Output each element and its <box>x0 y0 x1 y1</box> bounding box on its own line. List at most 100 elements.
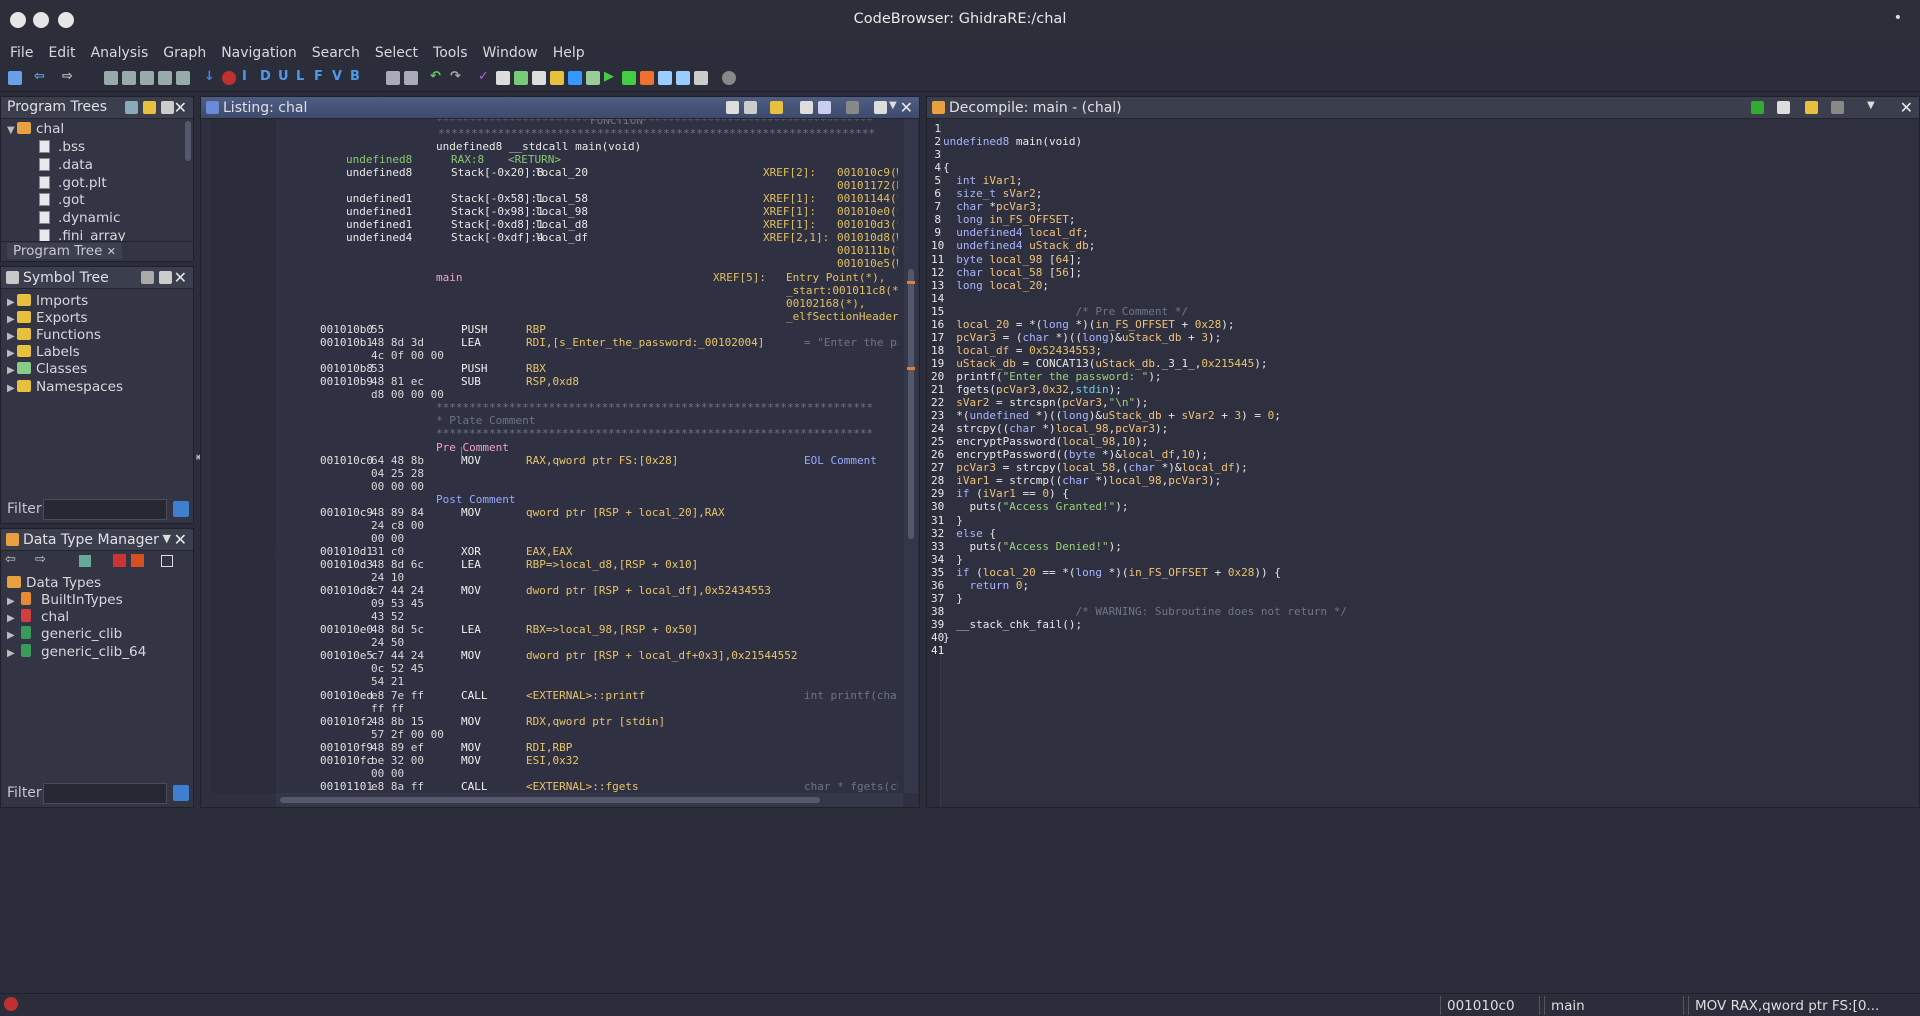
tool-icon-8[interactable] <box>640 71 654 85</box>
nav-letter-i[interactable]: I <box>242 69 247 84</box>
symbol-functions[interactable]: ▶ Functions <box>7 327 101 344</box>
tree-item-data[interactable]: .data <box>39 157 93 174</box>
var-name[interactable]: local_d8 <box>535 218 588 231</box>
instr-mnemonic[interactable]: LEA <box>461 336 481 349</box>
paste-icon[interactable] <box>744 101 757 114</box>
tree-menu-icon[interactable] <box>161 101 174 114</box>
refresh-icon[interactable] <box>1751 101 1764 114</box>
decompile-line[interactable]: 35 if (local_20 == *(long *)(in_FS_OFFSE… <box>927 566 1917 579</box>
redo-icon[interactable]: ↷ <box>450 69 461 84</box>
instr-address[interactable]: 001010d1 <box>320 545 373 558</box>
menu-search[interactable]: Search <box>312 45 360 61</box>
xref-target[interactable]: 001010e0(* <box>837 205 898 218</box>
instr-mnemonic[interactable]: PUSH <box>461 362 488 375</box>
nav-letter-u[interactable]: U <box>278 69 289 84</box>
instr-address[interactable]: 001010fc <box>320 754 373 767</box>
dtm-root[interactable]: Data Types <box>7 575 101 592</box>
instr-mnemonic[interactable]: XOR <box>461 545 481 558</box>
open-folder-icon[interactable] <box>143 101 156 114</box>
instr-operands[interactable]: RAX,qword ptr FS:[0x28] <box>526 454 678 467</box>
tool-icon-12[interactable] <box>722 71 736 85</box>
paste-icon[interactable] <box>404 71 418 85</box>
instr-operands[interactable]: RDI,RBP <box>526 741 572 754</box>
dtm-builtintypes[interactable]: ▶ BuiltInTypes <box>7 592 123 609</box>
var-name[interactable]: local_20 <box>535 166 588 179</box>
symbol-filter-input[interactable] <box>43 499 167 520</box>
tool-icon-10[interactable] <box>676 71 690 85</box>
nav-letter-b[interactable]: B <box>350 69 360 84</box>
xref-target[interactable]: 001010d3(* <box>837 218 898 231</box>
decompile-line[interactable]: 34 } <box>927 553 1917 566</box>
dtm-window-icon[interactable] <box>161 555 173 567</box>
decompile-line[interactable]: 12 char local_58 [56]; <box>927 266 1917 279</box>
close-tab-icon[interactable]: ✕ <box>107 245 116 258</box>
symbol-imports[interactable]: ▶ Imports <box>7 293 88 310</box>
menu-graph[interactable]: Graph <box>163 45 206 61</box>
decompile-line[interactable]: 31 } <box>927 514 1917 527</box>
undo-icon[interactable]: ↶ <box>430 69 441 84</box>
instr-operands[interactable]: RBP=>local_d8,[RSP + 0x10] <box>526 558 698 571</box>
nav-letter-d[interactable]: D <box>260 69 271 84</box>
forward-icon[interactable]: ⇨ <box>35 552 46 567</box>
copy-icon[interactable] <box>386 71 400 85</box>
listing-vscroll[interactable] <box>904 119 918 793</box>
xref-target[interactable]: 0010111b(* <box>837 244 898 257</box>
close-icon[interactable]: ✕ <box>1900 98 1913 117</box>
nav-icon-5[interactable] <box>176 71 190 85</box>
instr-mnemonic[interactable]: LEA <box>461 623 481 636</box>
decompile-line[interactable]: 9 undefined4 local_df; <box>927 226 1917 239</box>
menu-tools[interactable]: Tools <box>433 45 468 61</box>
chevron-right-icon[interactable]: ▶ <box>7 383 17 394</box>
decompile-line[interactable]: 10 undefined4 uStack_db; <box>927 239 1917 252</box>
save-icon[interactable] <box>8 71 22 85</box>
instr-operands[interactable]: <EXTERNAL>::fgets <box>526 780 639 793</box>
dtm-tool-icon[interactable] <box>79 555 91 567</box>
var-name[interactable]: local_58 <box>535 192 588 205</box>
tool-icon-1[interactable] <box>496 71 510 85</box>
instr-address[interactable]: 001010e5 <box>320 649 373 662</box>
tab-program-tree[interactable]: Program Tree ✕ <box>7 243 122 259</box>
close-icon[interactable]: ✕ <box>900 98 913 117</box>
decompile-line[interactable]: 23 *(undefined *)((long)&uStack_db + sVa… <box>927 409 1917 422</box>
instr-mnemonic[interactable]: CALL <box>461 780 488 793</box>
decompile-line[interactable]: 3 <box>927 148 1917 161</box>
filter-options-icon[interactable] <box>173 501 189 517</box>
instr-mnemonic[interactable]: MOV <box>461 754 481 767</box>
decompile-line[interactable]: 25 encryptPassword(local_98,10); <box>927 435 1917 448</box>
symbol-menu-icon[interactable] <box>159 271 172 284</box>
xref-target[interactable]: 00101144(* <box>837 192 898 205</box>
menu-navigation[interactable]: Navigation <box>221 45 297 61</box>
dtm-chal[interactable]: ▶ chal <box>7 609 69 626</box>
listing-vscroll-thumb[interactable] <box>908 269 914 539</box>
decompile-line[interactable]: 22 sVar2 = strcspn(pcVar3,"\n"); <box>927 396 1917 409</box>
decompile-line[interactable]: 19 uStack_db = CONCAT13(uStack_db._3_1_,… <box>927 357 1917 370</box>
main-xref-target[interactable]: _elfSectionHeaders: <box>786 310 898 323</box>
nav-icon-2[interactable] <box>122 71 136 85</box>
symbol-exports[interactable]: ▶ Exports <box>7 310 88 327</box>
copy-icon[interactable] <box>1777 101 1790 114</box>
instr-mnemonic[interactable]: MOV <box>461 454 481 467</box>
instr-address[interactable]: 001010e0 <box>320 623 373 636</box>
back-icon[interactable]: ⇦ <box>34 69 45 84</box>
stop-icon[interactable] <box>222 71 236 85</box>
nav-icon-1[interactable] <box>104 71 118 85</box>
close-icon[interactable]: ✕ <box>174 98 187 117</box>
decompile-line[interactable]: 26 encryptPassword((byte *)&local_df,10)… <box>927 448 1917 461</box>
close-icon[interactable]: ✕ <box>174 530 187 549</box>
instr-operands[interactable]: RBP <box>526 323 546 336</box>
decompile-line[interactable]: 33 puts("Access Denied!"); <box>927 540 1917 553</box>
print-icon[interactable] <box>846 101 859 114</box>
instr-address[interactable]: 001010b0 <box>320 323 373 336</box>
dtm-filter-input[interactable] <box>43 783 167 804</box>
listing-hscroll[interactable] <box>276 793 903 807</box>
menu-help[interactable]: Help <box>553 45 585 61</box>
window-menu-icon[interactable]: • <box>1894 10 1902 26</box>
nav-letter-v[interactable]: V <box>332 69 342 84</box>
decompile-line[interactable]: 7 char *pcVar3; <box>927 200 1917 213</box>
cursor-icon[interactable] <box>770 101 783 114</box>
instr-mnemonic[interactable]: CALL <box>461 689 488 702</box>
instr-operands[interactable]: EAX,EAX <box>526 545 572 558</box>
instr-operands[interactable]: dword ptr [RSP + local_df],0x52434553 <box>526 584 771 597</box>
down-arrow-icon[interactable]: ↓ <box>204 69 215 84</box>
decompile-line[interactable]: 2 undefined8 main(void) <box>927 135 1917 148</box>
